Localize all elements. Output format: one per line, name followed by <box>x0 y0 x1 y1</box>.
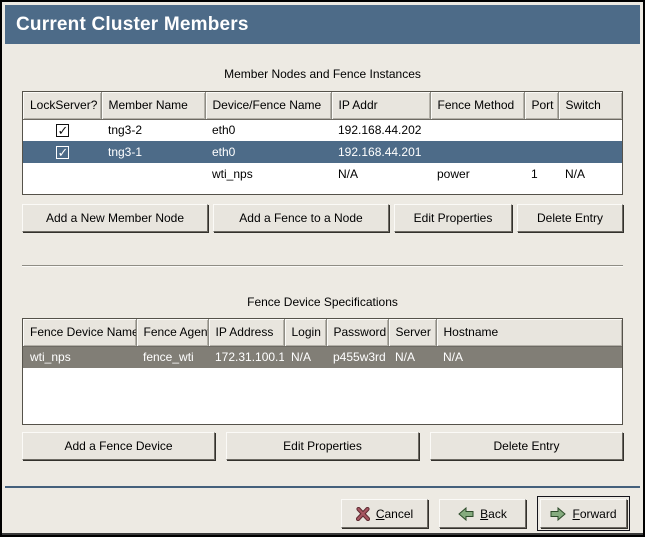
members-table-caption: Member Nodes and Fence Instances <box>22 67 623 82</box>
table-row-selected[interactable]: tng3-1 eth0 192.168.44.201 <box>23 141 622 163</box>
cell-switch <box>558 119 622 141</box>
add-fence-device-button[interactable]: Add a Fence Device <box>22 432 215 460</box>
column-header-hostname[interactable]: Hostname <box>436 319 622 346</box>
cell-member-name <box>101 163 205 185</box>
column-header-fence-agent[interactable]: Fence Agent <box>136 319 208 346</box>
cell-member-name: tng3-2 <box>101 119 205 141</box>
cell-fence-method: power <box>430 163 524 185</box>
default-button-ring: Forward <box>537 496 630 531</box>
cell-fence-agent: fence_wti <box>136 346 208 368</box>
column-header-ip-addr[interactable]: IP Addr <box>331 92 430 119</box>
members-table: LockServer? Member Name Device/Fence Nam… <box>22 91 623 195</box>
cell-switch: N/A <box>558 163 622 185</box>
lockserver-checkbox[interactable] <box>56 124 69 137</box>
cell-port <box>524 119 558 141</box>
cell-device-fence-name: eth0 <box>205 141 331 163</box>
column-header-lockserver[interactable]: LockServer? <box>23 92 101 119</box>
cell-login: N/A <box>284 346 326 368</box>
section-divider <box>22 265 623 267</box>
column-header-fence-method[interactable]: Fence Method <box>430 92 524 119</box>
fence-table-caption: Fence Device Specifications <box>22 295 623 310</box>
cell-member-name: tng3-1 <box>101 141 205 163</box>
column-header-device-fence-name[interactable]: Device/Fence Name <box>205 92 331 119</box>
add-fence-to-node-button[interactable]: Add a Fence to a Node <box>213 204 389 232</box>
column-header-switch[interactable]: Switch <box>558 92 622 119</box>
edit-properties-button[interactable]: Edit Properties <box>394 204 512 232</box>
fence-header-row: Fence Device Name Fence Agent IP Address… <box>23 319 622 346</box>
cell-ip-addr: 192.168.44.201 <box>331 141 430 163</box>
column-header-ip-address[interactable]: IP Address <box>208 319 284 346</box>
cancel-button[interactable]: Cancel <box>341 499 428 528</box>
cell-ip-addr: N/A <box>331 163 430 185</box>
add-member-node-button[interactable]: Add a New Member Node <box>22 204 208 232</box>
table-row[interactable]: wti_nps N/A power 1 N/A <box>23 163 622 185</box>
cell-server: N/A <box>388 346 436 368</box>
column-header-port[interactable]: Port <box>524 92 558 119</box>
cell-fence-device-name: wti_nps <box>23 346 136 368</box>
edit-properties-button[interactable]: Edit Properties <box>226 432 419 460</box>
footer-divider <box>5 486 640 488</box>
arrow-right-icon <box>550 507 566 521</box>
cell-device-fence-name: wti_nps <box>205 163 331 185</box>
column-header-member-name[interactable]: Member Name <box>101 92 205 119</box>
column-header-password[interactable]: Password <box>326 319 388 346</box>
lockserver-checkbox[interactable] <box>56 146 69 159</box>
cell-hostname: N/A <box>436 346 622 368</box>
table-row-selected[interactable]: wti_nps fence_wti 172.31.100.1 N/A p455w… <box>23 346 622 368</box>
cell-fence-method <box>430 141 524 163</box>
cell-fence-method <box>430 119 524 141</box>
column-header-fence-device-name[interactable]: Fence Device Name <box>23 319 136 346</box>
column-header-server[interactable]: Server <box>388 319 436 346</box>
cell-device-fence-name: eth0 <box>205 119 331 141</box>
delete-entry-button[interactable]: Delete Entry <box>430 432 623 460</box>
dialog-title: Current Cluster Members <box>5 5 640 44</box>
column-header-login[interactable]: Login <box>284 319 326 346</box>
cancel-x-icon <box>356 507 370 521</box>
delete-entry-button[interactable]: Delete Entry <box>517 204 623 232</box>
forward-button[interactable]: Forward <box>540 499 627 528</box>
members-header-row: LockServer? Member Name Device/Fence Nam… <box>23 92 622 119</box>
arrow-left-icon <box>458 507 474 521</box>
cell-switch <box>558 141 622 163</box>
cell-password: p455w3rd <box>326 346 388 368</box>
back-button[interactable]: Back <box>439 499 526 528</box>
cell-port: 1 <box>524 163 558 185</box>
cluster-members-dialog: Current Cluster Members Member Nodes and… <box>0 0 645 537</box>
fence-devices-table: Fence Device Name Fence Agent IP Address… <box>22 318 623 425</box>
cell-ip-address: 172.31.100.1 <box>208 346 284 368</box>
table-row[interactable]: tng3-2 eth0 192.168.44.202 <box>23 119 622 141</box>
cell-ip-addr: 192.168.44.202 <box>331 119 430 141</box>
cell-port <box>524 141 558 163</box>
